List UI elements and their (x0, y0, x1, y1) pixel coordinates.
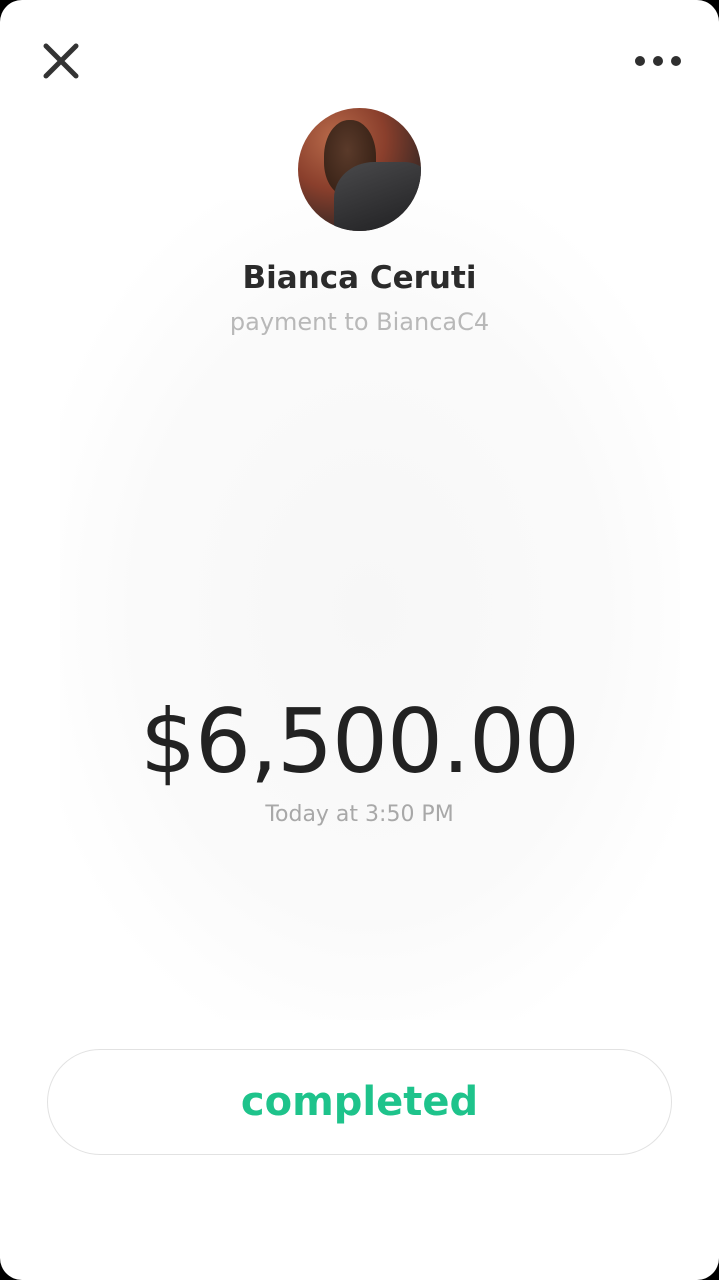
more-options-icon (635, 56, 645, 66)
avatar[interactable] (298, 108, 421, 231)
close-icon (43, 43, 79, 79)
payment-timestamp: Today at 3:50 PM (265, 802, 454, 827)
recipient-name: Bianca Ceruti (242, 260, 477, 296)
more-options-button[interactable] (628, 44, 688, 78)
more-options-icon-dot (653, 56, 663, 66)
payment-amount: $6,500.00 (140, 690, 580, 793)
payment-receipt-screen: Bianca Ceruti payment to BiancaC4 $6,500… (0, 0, 719, 1280)
close-button[interactable] (36, 36, 86, 86)
status-label: completed (240, 1079, 479, 1125)
status-badge[interactable]: completed (47, 1049, 672, 1155)
payment-subtitle: payment to BiancaC4 (229, 308, 490, 336)
more-options-icon-dot (671, 56, 681, 66)
avatar-hood (334, 162, 421, 231)
